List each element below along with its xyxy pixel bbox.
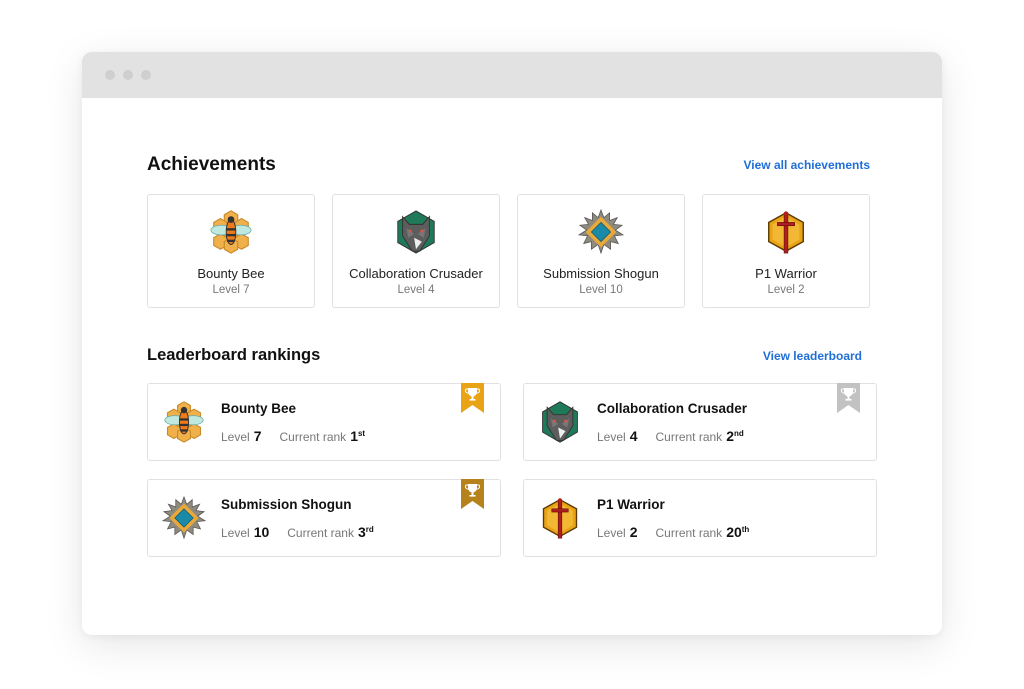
level-label: Level xyxy=(221,526,250,540)
level-value: 4 xyxy=(629,428,638,444)
star-badge-icon xyxy=(578,209,624,255)
achievement-card[interactable]: Collaboration Crusader Level 4 xyxy=(332,194,500,308)
rank-label: Current rank xyxy=(287,526,354,540)
view-leaderboard-link[interactable]: View leaderboard xyxy=(763,349,862,363)
level-label: Level xyxy=(597,430,626,444)
wolf-badge-icon xyxy=(393,209,439,255)
silver-trophy-ribbon-icon xyxy=(837,383,860,413)
achievement-name: Collaboration Crusader xyxy=(349,266,483,281)
rank-value: 3 xyxy=(357,524,366,540)
leaderboard-meta: Level 7 Current rank 1st xyxy=(221,428,365,444)
level-label: Level xyxy=(221,430,250,444)
achievement-card[interactable]: Bounty Bee Level 7 xyxy=(147,194,315,308)
rank-label: Current rank xyxy=(655,430,723,444)
achievements-list: Bounty Bee Level 7 Collaboration Crusade… xyxy=(147,194,877,308)
window-titlebar xyxy=(82,52,942,98)
leaderboard-header: Leaderboard rankings View leaderboard xyxy=(147,346,862,365)
achievements-header: Achievements View all achievements xyxy=(147,154,877,176)
rank-suffix: th xyxy=(741,525,750,534)
window-maximize-dot[interactable] xyxy=(141,70,151,80)
leaderboard-meta: Level 10 Current rank 3rd xyxy=(221,524,374,540)
achievement-level: Level 7 xyxy=(212,284,250,296)
achievement-level: Level 2 xyxy=(767,284,805,296)
achievement-level: Level 10 xyxy=(579,284,623,296)
bronze-trophy-ribbon-icon xyxy=(461,479,484,509)
leaderboard-card[interactable]: Collaboration Crusader Level 4 Current ran… xyxy=(523,383,877,461)
star-badge-icon xyxy=(162,496,206,540)
achievement-name: P1 Warrior xyxy=(755,266,817,281)
leaderboard-title: Leaderboard rankings xyxy=(147,346,321,364)
sword-shield-badge-icon xyxy=(538,496,582,540)
leaderboard-meta: Level 4 Current rank 2nd xyxy=(597,428,744,444)
window-minimize-dot[interactable] xyxy=(123,70,133,80)
rank-value: 1 xyxy=(350,428,358,444)
level-label: Level xyxy=(597,526,626,540)
leaderboard-badge-name: P1 Warrior xyxy=(597,497,665,512)
leaderboard-meta: Level 2 Current rank 20th xyxy=(597,524,749,540)
rank-label: Current rank xyxy=(655,526,723,540)
leaderboard-card[interactable]: Submission Shogun Level 10 Current rank 3rd xyxy=(147,479,501,557)
achievement-level: Level 4 xyxy=(397,284,435,296)
rank-suffix: rd xyxy=(365,525,374,534)
achievement-name: Bounty Bee xyxy=(197,266,265,281)
sword-shield-badge-icon xyxy=(763,209,809,255)
achievement-name: Submission Shogun xyxy=(543,266,659,281)
rank-value: 20 xyxy=(726,524,742,540)
achievement-card[interactable]: P1 Warrior Level 2 xyxy=(702,194,870,308)
leaderboard-list: Bounty Bee Level 7 Current rank 1st Collabo… xyxy=(147,383,877,557)
level-value: 2 xyxy=(629,524,638,540)
leaderboard-badge-name: Collaboration Crusader xyxy=(597,401,748,416)
achievements-title: Achievements xyxy=(147,154,276,175)
rank-label: Current rank xyxy=(279,430,347,444)
bee-badge-icon xyxy=(162,400,206,444)
leaderboard-card[interactable]: P1 Warrior Level 2 Current rank 20th xyxy=(523,479,877,557)
achievement-card[interactable]: Submission Shogun Level 10 xyxy=(517,194,685,308)
wolf-badge-icon xyxy=(538,400,582,444)
level-value: 7 xyxy=(253,428,262,444)
gold-trophy-ribbon-icon xyxy=(461,383,484,413)
rank-value: 2 xyxy=(726,428,734,444)
leaderboard-badge-name: Bounty Bee xyxy=(221,401,297,416)
view-all-achievements-link[interactable]: View all achievements xyxy=(743,158,870,172)
rank-suffix: nd xyxy=(733,429,744,438)
page-content: Achievements View all achievements Bount… xyxy=(147,98,877,557)
leaderboard-card[interactable]: Bounty Bee Level 7 Current rank 1st xyxy=(147,383,501,461)
window-close-dot[interactable] xyxy=(105,70,115,80)
bee-badge-icon xyxy=(208,209,254,255)
leaderboard-badge-name: Submission Shogun xyxy=(221,497,352,512)
browser-window: Achievements View all achievements Bount… xyxy=(82,52,942,635)
level-value: 10 xyxy=(253,524,270,540)
rank-suffix: st xyxy=(357,429,366,438)
